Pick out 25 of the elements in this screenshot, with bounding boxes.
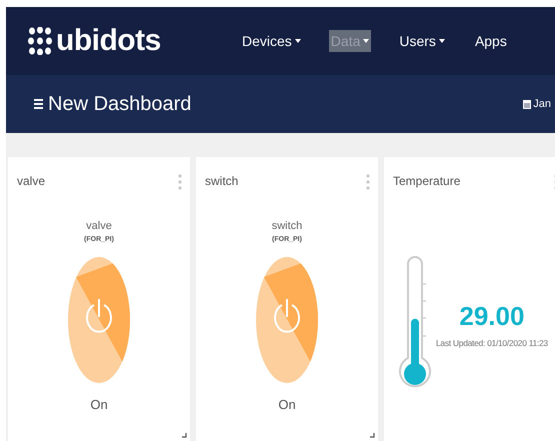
temperature-value: 29.00 [459, 300, 524, 332]
calendar-icon [523, 99, 532, 109]
dashboard-title: New Dashboard [48, 92, 192, 116]
switch-state-label: On [278, 397, 296, 412]
widget-variable-name: switch [272, 220, 302, 232]
more-icon[interactable] [178, 174, 182, 190]
more-icon[interactable] [366, 174, 370, 190]
menu-icon[interactable] [34, 99, 43, 109]
last-updated-text: Last Updated: 01/10/2020 11:23 [436, 338, 548, 348]
caret-icon [438, 39, 445, 43]
resize-handle-icon[interactable] [182, 433, 187, 438]
nav-menu-item[interactable]: Users [397, 30, 447, 52]
widget-title: Temperature [393, 174, 460, 188]
date-range-button[interactable]: Jan [523, 98, 551, 110]
widget-title: valve [17, 174, 46, 188]
widget-variable-name: valve [86, 220, 112, 232]
brand-name[interactable]: ubidots [56, 24, 161, 58]
caret-icon [294, 39, 301, 43]
nav-menu-item[interactable]: Apps [472, 30, 509, 52]
caret-icon [363, 39, 370, 43]
dots-logo-icon [28, 27, 52, 55]
resize-handle-icon[interactable] [370, 433, 375, 438]
switch-state-label: On [90, 397, 108, 412]
widget-title: switch [205, 174, 238, 188]
nav-menu-item[interactable]: Devices [240, 30, 303, 52]
